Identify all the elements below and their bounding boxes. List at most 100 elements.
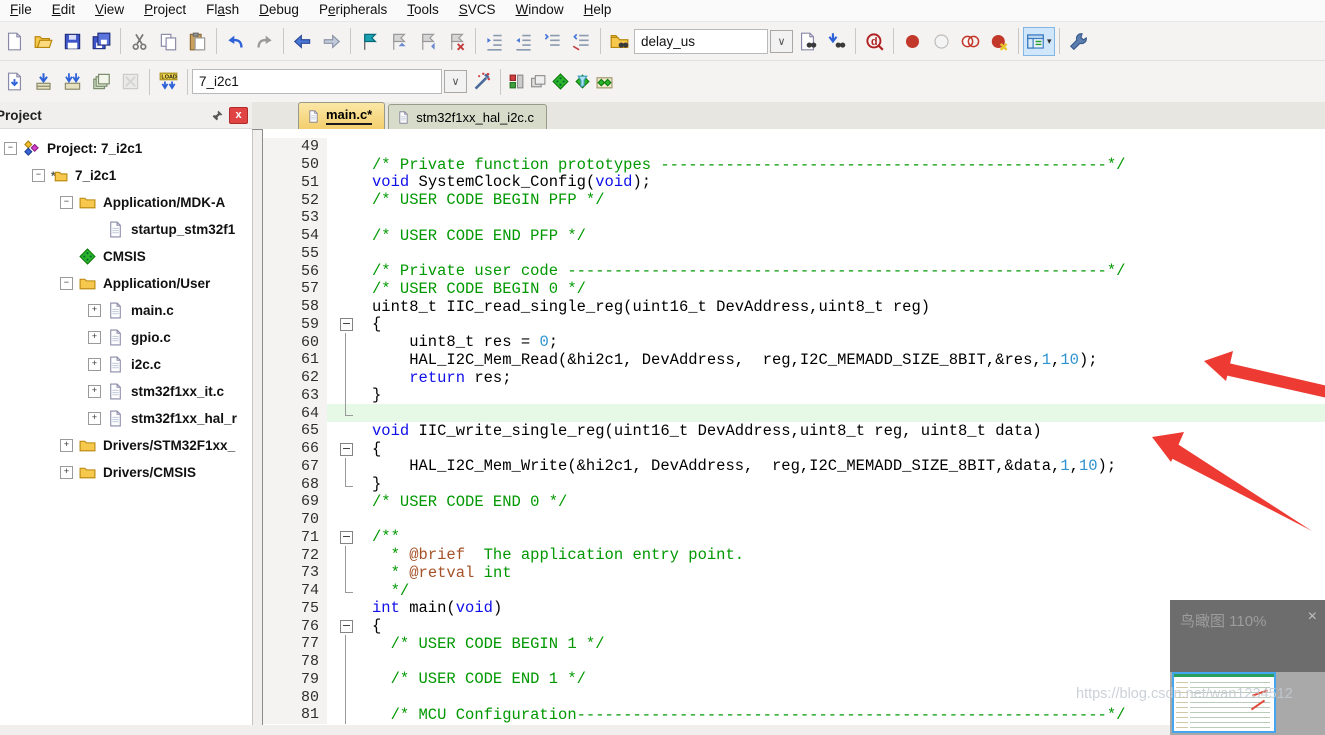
bookmark-toggle-button[interactable]: [355, 27, 384, 56]
tab-stm32f1xx-hal-i2c-c[interactable]: stm32f1xx_hal_i2c.c: [388, 104, 547, 129]
tree-item-application-user[interactable]: −Application/User: [0, 270, 252, 297]
tree-item-drivers-cmsis[interactable]: +Drivers/CMSIS: [0, 459, 252, 486]
menu-item-view[interactable]: View: [85, 0, 134, 21]
tree-item-label: CMSIS: [103, 249, 146, 264]
window-layout-button[interactable]: ▾: [1023, 27, 1055, 56]
tree-item-main-c[interactable]: +main.c: [0, 297, 252, 324]
project-items-button[interactable]: [549, 67, 571, 96]
expand-icon[interactable]: +: [60, 466, 73, 479]
incremental-find-button[interactable]: [822, 27, 851, 56]
expand-icon[interactable]: +: [88, 331, 101, 344]
pin-icon[interactable]: [208, 106, 226, 124]
collapse-icon[interactable]: −: [32, 169, 45, 182]
fold-toggle-icon[interactable]: [327, 529, 365, 547]
fold-toggle-icon[interactable]: [327, 440, 365, 458]
line-number: 58: [263, 298, 327, 316]
tree-item-stm32f1xx-hal-r[interactable]: +stm32f1xx_hal_r: [0, 405, 252, 432]
minimap-thumbnail[interactable]: [1172, 672, 1276, 733]
line-number: 63: [263, 387, 327, 405]
open-folder-button[interactable]: [29, 27, 58, 56]
file-icon: [106, 221, 125, 238]
menu-item-file[interactable]: File: [0, 0, 42, 21]
line-number: 80: [263, 688, 327, 706]
collapse-icon[interactable]: −: [60, 277, 73, 290]
copy-button[interactable]: [154, 27, 183, 56]
undo-button[interactable]: [221, 27, 250, 56]
books-button[interactable]: [527, 67, 549, 96]
target-combo-drop[interactable]: ∨: [444, 70, 467, 93]
components-button[interactable]: [505, 67, 527, 96]
indent-button[interactable]: [480, 27, 509, 56]
build-button[interactable]: [29, 67, 58, 96]
save-all-button[interactable]: [87, 27, 116, 56]
target-combo[interactable]: 7_i2c1: [192, 69, 442, 94]
find-button[interactable]: [793, 27, 822, 56]
menu-item-edit[interactable]: Edit: [42, 0, 85, 21]
nav-back-button[interactable]: [288, 27, 317, 56]
comment-selection-button[interactable]: [538, 27, 567, 56]
toolbar-separator: [187, 69, 188, 95]
menu-item-window[interactable]: Window: [506, 0, 574, 21]
find-in-files-button[interactable]: [605, 27, 634, 56]
tab-main-c[interactable]: main.c*: [298, 102, 385, 129]
expand-icon[interactable]: +: [60, 439, 73, 452]
bookmark-prev-button[interactable]: [384, 27, 413, 56]
cut-button[interactable]: [125, 27, 154, 56]
templates-button[interactable]: [593, 67, 615, 96]
outdent-button[interactable]: [509, 27, 538, 56]
breakpoint-kill-all-button[interactable]: [985, 27, 1014, 56]
tree-item-cmsis[interactable]: CMSIS: [0, 243, 252, 270]
search-combo[interactable]: delay_us: [634, 29, 768, 54]
close-icon[interactable]: x: [229, 107, 248, 124]
redo-button[interactable]: [250, 27, 279, 56]
tree-item-application-mdk-a[interactable]: −Application/MDK-A: [0, 189, 252, 216]
tree-item-startup-stm32f1[interactable]: startup_stm32f1: [0, 216, 252, 243]
line-number: 59: [263, 316, 327, 334]
uncomment-selection-button[interactable]: [567, 27, 596, 56]
expand-icon[interactable]: +: [88, 412, 101, 425]
menu-item-flash[interactable]: Flash: [196, 0, 249, 21]
expand-icon[interactable]: +: [88, 358, 101, 371]
debug-session-button[interactable]: d: [860, 27, 889, 56]
minimap-close-icon[interactable]: ×: [1308, 610, 1317, 624]
configure-button[interactable]: [1064, 27, 1093, 56]
load-button[interactable]: LOAD: [154, 67, 183, 96]
collapse-icon[interactable]: −: [4, 142, 17, 155]
expand-icon[interactable]: +: [88, 304, 101, 317]
fold-toggle-icon[interactable]: [327, 617, 365, 635]
batch-build-button[interactable]: [87, 67, 116, 96]
functions-button[interactable]: [571, 67, 593, 96]
breakpoint-toggle-button[interactable]: [898, 27, 927, 56]
menu-item-project[interactable]: Project: [134, 0, 196, 21]
bookmark-next-button[interactable]: [413, 27, 442, 56]
tree-item-stm32f1xx-it-c[interactable]: +stm32f1xx_it.c: [0, 378, 252, 405]
bookmark-clear-button[interactable]: [442, 27, 471, 56]
breakpoint-enable-button[interactable]: [927, 27, 956, 56]
fold-margin: [327, 600, 365, 618]
menu-item-svcs[interactable]: SVCS: [449, 0, 506, 21]
code-line-78: 78: [263, 653, 1325, 671]
tree-item-i2c-c[interactable]: +i2c.c: [0, 351, 252, 378]
file-icon: [397, 110, 410, 125]
code-editor[interactable]: 4950/* Private function prototypes -----…: [262, 129, 1325, 725]
target-options-button[interactable]: [467, 67, 496, 96]
search-combo-drop[interactable]: ∨: [770, 30, 793, 53]
fold-toggle-icon[interactable]: [327, 316, 365, 334]
paste-button[interactable]: [183, 27, 212, 56]
translate-button[interactable]: [0, 67, 29, 96]
tree-item-drivers-stm32f1xx[interactable]: +Drivers/STM32F1xx_: [0, 432, 252, 459]
nav-forward-button[interactable]: [317, 27, 346, 56]
tree-item-gpio-c[interactable]: +gpio.c: [0, 324, 252, 351]
menu-item-peripherals[interactable]: Peripherals: [309, 0, 397, 21]
menu-item-debug[interactable]: Debug: [249, 0, 309, 21]
collapse-icon[interactable]: −: [60, 196, 73, 209]
tree-item-7-i2c1[interactable]: −*7_i2c1: [0, 162, 252, 189]
new-file-button[interactable]: [0, 27, 29, 56]
rebuild-button[interactable]: [58, 67, 87, 96]
breakpoint-disable-all-button[interactable]: [956, 27, 985, 56]
menu-item-help[interactable]: Help: [574, 0, 622, 21]
save-button[interactable]: [58, 27, 87, 56]
tree-item-project-7-i2c1[interactable]: −Project: 7_i2c1: [0, 135, 252, 162]
expand-icon[interactable]: +: [88, 385, 101, 398]
menu-item-tools[interactable]: Tools: [397, 0, 449, 21]
